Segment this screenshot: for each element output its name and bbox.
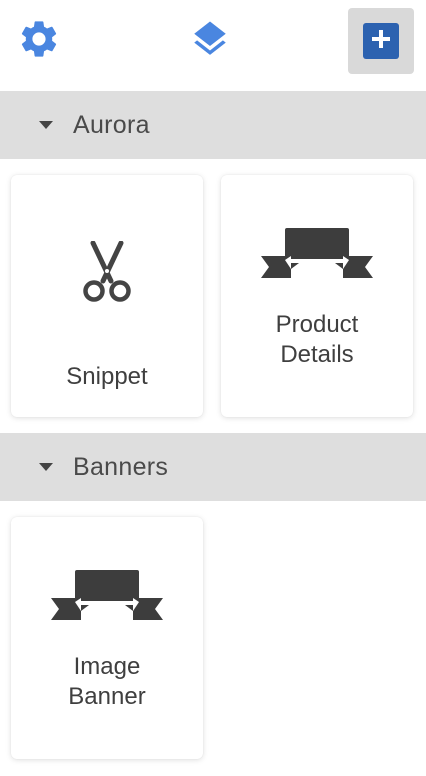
scissors-icon — [11, 241, 203, 303]
block-card-snippet[interactable]: Snippet — [11, 175, 203, 417]
category-label: Banners — [73, 452, 169, 481]
layers-icon — [189, 18, 231, 65]
plus-icon — [370, 28, 392, 55]
block-label: Product Details — [275, 311, 359, 368]
category-label: Aurora — [73, 110, 150, 139]
category-header-banners[interactable]: Banners — [0, 433, 426, 501]
block-card-product-details[interactable]: Product Details — [221, 175, 413, 417]
toolbar — [0, 0, 426, 84]
block-label: Image Banner — [68, 653, 146, 710]
caret-down-icon — [39, 463, 53, 471]
block-card-image-banner[interactable]: Image Banner — [11, 517, 203, 759]
category-header-aurora[interactable]: Aurora — [0, 91, 426, 159]
block-panel: Aurora Snippet Product Details Banners I… — [0, 0, 426, 776]
gear-icon — [17, 17, 61, 66]
add-block-button[interactable] — [348, 8, 414, 74]
banner-icon — [11, 567, 203, 625]
banner-icon — [221, 225, 413, 283]
caret-down-icon — [39, 121, 53, 129]
block-label: Snippet — [66, 363, 148, 390]
add-button-box — [363, 23, 399, 59]
settings-button[interactable] — [14, 16, 64, 66]
layers-button[interactable] — [185, 16, 235, 66]
